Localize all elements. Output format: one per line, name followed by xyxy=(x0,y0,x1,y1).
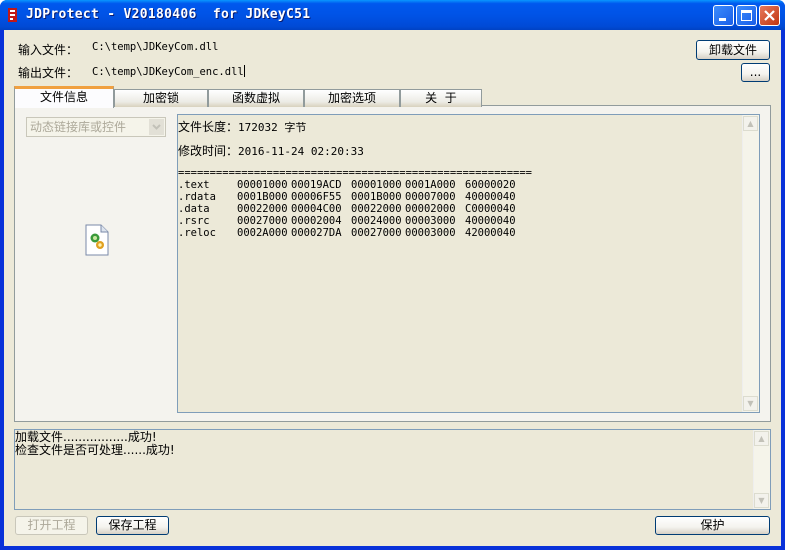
section-cell: 00027000 xyxy=(237,215,288,227)
app-icon xyxy=(8,8,17,22)
save-project-button[interactable]: 保存工程 xyxy=(96,516,169,535)
output-file-path: C:\temp\JDKeyCom_enc.dll xyxy=(92,66,244,78)
section-cell: 40000040 xyxy=(465,215,516,227)
tab-about[interactable]: 关 于 xyxy=(400,89,482,107)
section-cell: 0002A000 xyxy=(237,227,288,239)
scroll-down-button[interactable]: ▼ xyxy=(754,493,769,508)
log-line: 检查文件是否可处理......成功! xyxy=(15,443,175,457)
section-cell: 000027DA xyxy=(291,227,342,239)
section-cell: 0001B000 xyxy=(237,191,288,203)
section-cell: C0000040 xyxy=(465,203,516,215)
title-bar[interactable]: JDProtect - V20180406 for JDKeyC51 xyxy=(0,0,785,30)
modified-time-label: 修改时间： xyxy=(178,144,239,158)
input-file-label: 输入文件： xyxy=(18,43,79,57)
dropdown-button[interactable] xyxy=(149,119,164,135)
protect-button[interactable]: 保护 xyxy=(655,516,770,535)
close-button[interactable] xyxy=(759,5,780,26)
window-title: JDProtect - V20180406 for JDKeyC51 xyxy=(26,7,311,22)
input-file-path: C:\temp\JDKeyCom.dll xyxy=(92,41,219,53)
output-file-field[interactable]: C:\temp\JDKeyCom_enc.dll xyxy=(92,65,245,78)
section-cell: .text xyxy=(178,179,210,191)
tab-function-virtualization[interactable]: 函数虚拟 xyxy=(208,89,304,107)
tab-dongle[interactable]: 加密锁 xyxy=(114,89,208,107)
section-cell: 00022000 xyxy=(237,203,288,215)
section-cell: 42000040 xyxy=(465,227,516,239)
tab-file-info[interactable]: 文件信息 xyxy=(14,86,114,108)
modified-time-value: 2016-11-24 02:20:33 xyxy=(238,145,364,158)
section-cell: 40000040 xyxy=(465,191,516,203)
log-box[interactable]: 加载文件.................成功! 检查文件是否可处理......成… xyxy=(14,429,771,510)
scroll-down-button[interactable]: ▼ xyxy=(743,396,758,411)
maximize-icon xyxy=(741,10,752,21)
scroll-up-button[interactable]: ▲ xyxy=(743,116,758,131)
file-type-select[interactable]: 动态链接库或控件 xyxy=(26,117,166,137)
section-cell: 00002004 xyxy=(291,215,342,227)
section-cell: .reloc xyxy=(178,227,216,239)
section-cell: 00027000 xyxy=(351,227,402,239)
file-length-line: 文件长度：172032 字节 xyxy=(178,118,306,135)
modified-time-line: 修改时间：2016-11-24 02:20:33 xyxy=(178,142,364,159)
section-separator: ========================================… xyxy=(178,167,533,179)
section-cell: 00001000 xyxy=(351,179,402,191)
unload-file-button[interactable]: 卸载文件 xyxy=(696,40,770,60)
section-cell: 0001B000 xyxy=(351,191,402,203)
section-cell: 00004C00 xyxy=(291,203,342,215)
section-cell: 00019ACD xyxy=(291,179,342,191)
browse-button[interactable]: ... xyxy=(741,63,770,82)
chevron-down-icon xyxy=(152,124,161,130)
file-type-value: 动态链接库或控件 xyxy=(30,120,127,134)
file-length-label: 文件长度： xyxy=(178,120,239,134)
log-scrollbar[interactable]: ▲ ▼ xyxy=(753,430,770,509)
info-scrollbar[interactable]: ▲ ▼ xyxy=(742,115,759,412)
section-cell: .rdata xyxy=(178,191,216,203)
section-cell: .rsrc xyxy=(178,215,210,227)
minimize-button[interactable] xyxy=(713,5,734,26)
output-file-label: 输出文件： xyxy=(18,66,79,80)
section-cell: 00003000 xyxy=(405,227,456,239)
scroll-up-button[interactable]: ▲ xyxy=(754,431,769,446)
section-cell: 00002000 xyxy=(405,203,456,215)
text-cursor xyxy=(243,65,245,77)
section-cell: 00003000 xyxy=(405,215,456,227)
section-cell: .data xyxy=(178,203,210,215)
close-icon xyxy=(764,10,775,21)
maximize-button[interactable] xyxy=(736,5,757,26)
section-cell: 00001000 xyxy=(237,179,288,191)
section-cell: 0001A000 xyxy=(405,179,456,191)
minimize-icon xyxy=(719,18,726,21)
log-lines: 加载文件.................成功! 检查文件是否可处理......成… xyxy=(15,431,175,457)
open-project-button[interactable]: 打开工程 xyxy=(15,516,88,535)
client-area: 输入文件： C:\temp\JDKeyCom.dll 输出文件： C:\temp… xyxy=(4,30,781,546)
section-cell: 60000020 xyxy=(465,179,516,191)
tab-encryption-options[interactable]: 加密选项 xyxy=(304,89,400,107)
section-cell: 00022000 xyxy=(351,203,402,215)
section-cell: 00007000 xyxy=(405,191,456,203)
file-length-value: 172032 字节 xyxy=(238,121,307,134)
dll-file-icon xyxy=(85,224,109,256)
section-cell: 00024000 xyxy=(351,215,402,227)
file-info-text[interactable]: 文件长度：172032 字节 修改时间：2016-11-24 02:20:33 … xyxy=(177,114,760,413)
main-window: JDProtect - V20180406 for JDKeyC51 输入文件：… xyxy=(0,0,785,550)
section-cell: 00006F55 xyxy=(291,191,342,203)
